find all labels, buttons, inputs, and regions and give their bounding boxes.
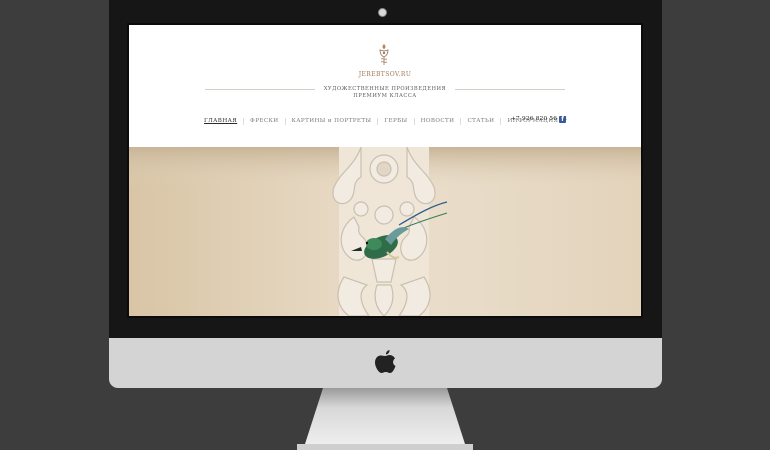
nav-item-home[interactable]: ГЛАВНАЯ: [204, 118, 243, 124]
camera-icon: [378, 8, 387, 17]
facebook-icon[interactable]: f: [559, 116, 566, 123]
screen: JEREBTSOV.RU ХУДОЖЕСТВЕННЫЕ ПРОИЗВЕДЕНИЯ…: [127, 23, 643, 318]
heraldic-crest-icon[interactable]: [377, 43, 391, 67]
site-name[interactable]: JEREBTSOV.RU: [129, 71, 641, 78]
nav-item-coats-of-arms[interactable]: ГЕРБЫ: [378, 118, 413, 124]
tagline-line2: ПРЕМИУМ КЛАССА: [353, 93, 417, 99]
nav-item-articles[interactable]: СТАТЬИ: [461, 118, 500, 124]
tagline-line1: ХУДОЖЕСТВЕННЫЕ ПРОИЗВЕДЕНИЯ: [323, 86, 447, 92]
nav-item-paintings[interactable]: КАРТИНЫ и ПОРТРЕТЫ: [286, 118, 378, 124]
site-header: JEREBTSOV.RU ХУДОЖЕСТВЕННЫЕ ПРОИЗВЕДЕНИЯ…: [129, 25, 641, 147]
apple-logo-icon: [375, 350, 396, 373]
nav-item-frescoes[interactable]: ФРЕСКИ: [244, 118, 284, 124]
monitor-stand: [297, 388, 473, 450]
hero-image: [129, 147, 641, 316]
nav-item-news[interactable]: НОВОСТИ: [415, 118, 461, 124]
